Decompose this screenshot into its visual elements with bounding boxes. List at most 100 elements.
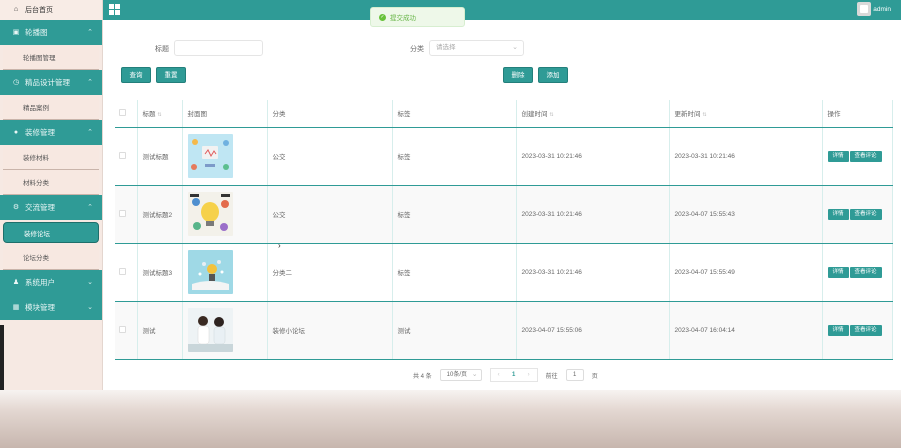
category-select-value: 请选择 [436, 44, 456, 51]
tag-cell: 标签 [392, 243, 517, 302]
sidebar-group-exchange[interactable]: ⚙ 交流管理 ⌃ [0, 195, 102, 220]
category-cell: 公交 [267, 185, 393, 244]
goto-label: 前往 [545, 373, 558, 380]
chevron-up-icon: ⌃ [87, 204, 93, 211]
sort-icon[interactable]: ⇅ [703, 112, 707, 118]
row-select-cell[interactable] [115, 185, 138, 244]
view-comments-button[interactable]: 查看评论 [849, 150, 882, 162]
view-comments-button[interactable]: 查看评论 [849, 324, 882, 336]
main-content: 标题 分类 请选择 ⌄ 查询 重置 删除 添加 标题 ⇅ 封面图 分类 标签 创建… [103, 20, 901, 390]
created-cell: 2023-03-31 10:21:46 [516, 243, 670, 302]
category-cell: 公交 [267, 127, 393, 186]
sidebar-group-label: 交流管理 [25, 203, 55, 212]
page-size-value: 10条/页 [446, 372, 468, 378]
query-button[interactable]: 查询 [121, 67, 151, 83]
header-label: 标题 [142, 111, 156, 119]
updated-cell: 2023-04-07 16:04:14 [669, 301, 823, 360]
cover-cell [182, 243, 268, 302]
created-cell: 2023-03-31 10:21:46 [516, 185, 670, 244]
cover-image[interactable] [187, 134, 233, 178]
cover-cell [182, 301, 268, 360]
cover-image[interactable] [187, 308, 233, 352]
view-comments-button[interactable]: 查看评论 [849, 266, 882, 278]
row-select-cell[interactable] [115, 127, 138, 186]
success-toast: ✓ 提交成功 [370, 7, 465, 27]
select-all-cell[interactable] [115, 100, 138, 128]
toast-message: 提交成功 [390, 15, 416, 22]
user-icon: ♟ [12, 278, 20, 286]
page-unit-label: 页 [591, 373, 598, 380]
column-header-title[interactable]: 标题 ⇅ [137, 100, 183, 128]
category-select[interactable]: 请选择 ⌄ [429, 40, 524, 56]
detail-button[interactable]: 详情 [827, 324, 849, 336]
column-header-cover: 封面图 [182, 100, 268, 128]
sidebar-group-design[interactable]: ◷ 精品设计管理 ⌃ [0, 70, 102, 95]
tag-cell: 测试 [392, 301, 517, 360]
category-cell: 分类二 [267, 243, 393, 302]
sidebar-group-decoration[interactable]: ● 装修管理 ⌃ [0, 120, 102, 145]
sidebar-home[interactable]: ⌂ 后台首页 [0, 0, 102, 20]
detail-button[interactable]: 详情 [827, 266, 849, 278]
table-header-row: 标题 ⇅ 封面图 分类 标签 创建时间 ⇅ 更新时间 ⇅ 操作 [115, 100, 893, 128]
sidebar: ⌂ 后台首页 ▣ 轮播图 ⌃ 轮播图管理 ◷ 精品设计管理 ⌃ 精品案例 ● 装… [0, 0, 103, 448]
cover-image[interactable] [187, 250, 233, 294]
row-checkbox[interactable] [119, 325, 126, 333]
sort-icon[interactable]: ⇅ [550, 112, 554, 118]
pagination: 共 4 条 10条/页 ⌄ ‹ 1 › 前往 1 页 [413, 368, 598, 382]
table-row: 测试标题3 分类二 标签 2023-03-31 10:21:46 2023-04… [115, 243, 893, 302]
top-bar: admin [103, 0, 901, 20]
prev-page-icon[interactable]: ‹ [493, 369, 505, 381]
goto-page-input[interactable]: 1 [565, 369, 584, 381]
grid-icon: ▦ [12, 303, 20, 311]
sort-icon[interactable]: ⇅ [158, 112, 162, 118]
updated-cell: 2023-04-07 15:55:49 [669, 243, 823, 302]
sidebar-item-carousel-manage[interactable]: 轮播图管理 [3, 45, 99, 70]
created-cell: 2023-03-31 10:21:46 [516, 127, 670, 186]
row-checkbox[interactable] [119, 151, 126, 159]
avatar[interactable] [857, 2, 871, 16]
page-navigator: ‹ 1 › [489, 368, 538, 382]
header-label: 创建时间 [521, 111, 548, 119]
page-size-select[interactable]: 10条/页 ⌄ [439, 369, 482, 381]
menu-grid-icon[interactable] [109, 4, 120, 15]
detail-button[interactable]: 详情 [827, 150, 849, 162]
view-comments-button[interactable]: 查看评论 [849, 208, 882, 220]
sidebar-item-material-categories[interactable]: 材料分类 [3, 170, 99, 195]
delete-button[interactable]: 删除 [503, 67, 533, 83]
sidebar-item-forum-categories[interactable]: 论坛分类 [3, 245, 99, 270]
row-checkbox[interactable] [119, 267, 126, 275]
sidebar-item-forum[interactable]: 装修论坛 [3, 222, 99, 243]
settings-icon: ⚙ [12, 203, 20, 211]
title-cell: 测试标题 [137, 127, 183, 186]
header-label: 操作 [827, 111, 841, 119]
updated-cell: 2023-04-07 15:55:43 [669, 185, 823, 244]
reset-button[interactable]: 重置 [156, 67, 186, 83]
row-select-cell[interactable] [115, 301, 138, 360]
row-select-cell[interactable] [115, 243, 138, 302]
sidebar-item-materials[interactable]: 装修材料 [3, 145, 99, 170]
select-all-checkbox[interactable] [119, 108, 126, 116]
cover-image[interactable] [187, 192, 233, 236]
actions-cell: 详情 查看评论 [822, 301, 893, 360]
column-header-updated[interactable]: 更新时间 ⇅ [669, 100, 823, 128]
sidebar-group-modules[interactable]: ▦ 模块管理 ⌄ [0, 295, 102, 320]
user-name[interactable]: admin [873, 6, 891, 13]
created-cell: 2023-04-07 15:55:06 [516, 301, 670, 360]
home-icon: ⌂ [13, 6, 19, 13]
sidebar-group-carousel[interactable]: ▣ 轮播图 ⌃ [0, 20, 102, 45]
sidebar-item-cases[interactable]: 精品案例 [3, 95, 99, 120]
bottom-background [0, 390, 901, 448]
chevron-up-icon: ⌃ [87, 129, 93, 136]
sidebar-group-label: 模块管理 [25, 303, 55, 312]
next-page-icon[interactable]: › [523, 369, 535, 381]
row-checkbox[interactable] [119, 209, 126, 217]
detail-button[interactable]: 详情 [827, 208, 849, 220]
add-button[interactable]: 添加 [538, 67, 568, 83]
chevron-up-icon: ⌃ [87, 79, 93, 86]
title-search-input[interactable] [174, 40, 263, 56]
column-header-category: 分类 [267, 100, 393, 128]
page-number[interactable]: 1 [507, 369, 521, 381]
image-icon: ▣ [12, 28, 20, 36]
sidebar-group-users[interactable]: ♟ 系统用户 ⌄ [0, 270, 102, 295]
column-header-created[interactable]: 创建时间 ⇅ [516, 100, 670, 128]
